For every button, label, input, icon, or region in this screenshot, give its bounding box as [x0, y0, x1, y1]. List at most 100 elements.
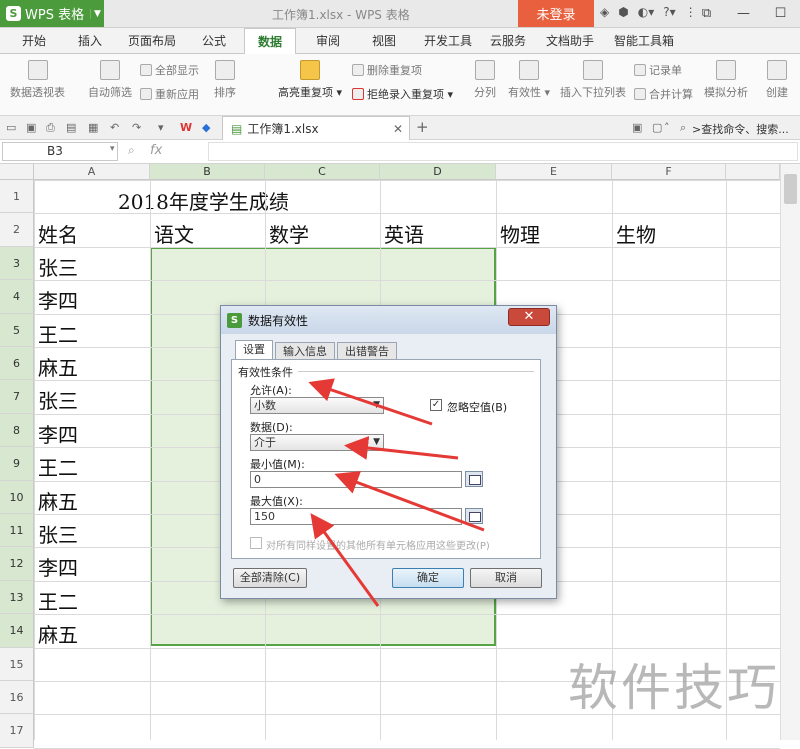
tab-doc-assistant[interactable]: 文档助手 — [540, 28, 600, 54]
name-cell[interactable]: 李四 — [38, 419, 78, 448]
help-icon[interactable]: ?▾ — [663, 5, 675, 19]
header-cell[interactable]: 英语 — [384, 219, 424, 248]
header-cell[interactable]: 语文 — [154, 219, 194, 248]
header-cell[interactable]: 姓名 — [38, 219, 78, 248]
highlight-duplicates-button[interactable]: 高亮重复项 ▾ — [278, 60, 342, 100]
show-all-button[interactable]: 全部显示 — [140, 62, 199, 78]
row-header[interactable]: 8 — [0, 413, 34, 448]
zoom-icon[interactable]: ⌕ — [128, 143, 135, 158]
command-search-input[interactable]: >查找命令、搜索... — [692, 121, 789, 137]
row-header[interactable]: 11 — [0, 514, 34, 548]
chat-icon[interactable]: ▢ — [652, 121, 662, 134]
tab-review[interactable]: 审阅 — [306, 28, 350, 54]
name-cell[interactable]: 张三 — [38, 385, 78, 414]
insert-dropdown-button[interactable]: 插入下拉列表 — [560, 60, 626, 100]
row-header[interactable]: 10 — [0, 480, 34, 514]
screen-icon[interactable]: ▣ — [632, 121, 642, 134]
tab-insert[interactable]: 插入 — [68, 28, 112, 54]
row-header[interactable]: 16 — [0, 681, 34, 715]
min-value-input[interactable]: 0 — [250, 471, 462, 488]
name-cell[interactable]: 张三 — [38, 519, 78, 548]
open-icon[interactable]: ▭ — [6, 121, 16, 134]
print-icon[interactable]: ⎙ — [46, 121, 55, 135]
tab-smart-tools[interactable]: 智能工具箱 — [606, 28, 682, 54]
wps-w-icon[interactable]: W — [180, 121, 192, 134]
column-header-g[interactable] — [726, 164, 780, 180]
tab-data[interactable]: 数据 — [244, 28, 296, 55]
undo-icon[interactable]: ↶ — [110, 121, 119, 134]
column-header-a[interactable]: A — [34, 164, 150, 180]
close-icon[interactable]: ✕ — [393, 122, 403, 136]
settings-icon[interactable]: ⬢ — [618, 5, 628, 19]
dialog-close-button[interactable]: ✕ — [508, 308, 550, 326]
column-header-b[interactable]: B — [150, 164, 265, 180]
reapply-button[interactable]: 重新应用 — [140, 86, 199, 102]
reject-duplicates-button[interactable]: 拒绝录入重复项 ▾ — [352, 86, 453, 102]
apply-all-checkbox[interactable] — [250, 537, 262, 549]
row-header[interactable]: 7 — [0, 380, 34, 414]
sort-button[interactable]: 排序 — [214, 60, 236, 100]
row-header[interactable]: 1 — [0, 180, 34, 214]
create-group-button[interactable]: 创建 — [766, 60, 788, 100]
name-cell[interactable]: 李四 — [38, 552, 78, 581]
login-button[interactable]: 未登录 — [518, 0, 594, 27]
name-cell[interactable]: 王二 — [38, 586, 78, 615]
ok-button[interactable]: 确定 — [392, 568, 464, 588]
chevron-down-icon[interactable]: ▾ — [158, 121, 164, 134]
share-icon[interactable]: ◐▾ — [638, 5, 655, 19]
row-header[interactable]: 3 — [0, 246, 34, 281]
column-header-e[interactable]: E — [496, 164, 612, 180]
what-if-button[interactable]: 模拟分析 — [704, 60, 748, 100]
cube-icon[interactable]: ◆ — [202, 121, 210, 134]
sheet-title-cell[interactable]: 2018年度学生成绩 — [118, 186, 289, 215]
pivot-table-button[interactable]: 数据透视表 — [10, 60, 65, 100]
tab-error-alert[interactable]: 出错警告 — [337, 342, 397, 360]
name-box[interactable]: B3 — [2, 142, 118, 161]
column-header-d[interactable]: D — [380, 164, 496, 180]
formula-input[interactable] — [208, 142, 798, 161]
skin-icon[interactable]: ◈ — [600, 5, 609, 19]
function-icon[interactable]: fx — [150, 143, 162, 158]
vertical-scrollbar[interactable] — [780, 164, 800, 740]
maximize-icon[interactable]: ☐ — [762, 0, 799, 27]
ignore-blank-checkbox[interactable]: ✓ — [430, 399, 442, 411]
consolidate-button[interactable]: 合并计算 — [634, 86, 693, 102]
restore-window-icon[interactable]: ⧉ — [688, 0, 725, 27]
redo-icon[interactable]: ↷ — [132, 121, 141, 134]
save-icon[interactable]: ▣ — [26, 121, 36, 134]
header-cell[interactable]: 数学 — [269, 219, 309, 248]
row-header[interactable]: 17 — [0, 714, 34, 748]
name-cell[interactable]: 李四 — [38, 285, 78, 314]
new-tab-icon[interactable]: + — [416, 118, 429, 136]
tab-settings[interactable]: 设置 — [235, 340, 273, 360]
app-menu-button[interactable]: S WPS 表格 ▼ — [0, 0, 104, 27]
row-header[interactable]: 6 — [0, 347, 34, 381]
name-cell[interactable]: 王二 — [38, 452, 78, 481]
export-icon[interactable]: ▦ — [88, 121, 98, 134]
collapse-icon[interactable]: ˄ — [664, 121, 670, 134]
tab-developer[interactable]: 开发工具 — [418, 28, 478, 54]
name-cell[interactable]: 王二 — [38, 319, 78, 348]
select-all-corner[interactable] — [0, 164, 34, 180]
autofilter-button[interactable]: 自动筛选 — [88, 60, 132, 100]
range-picker-icon[interactable] — [465, 508, 483, 524]
scrollbar-thumb[interactable] — [784, 174, 797, 204]
column-header-c[interactable]: C — [265, 164, 380, 180]
record-form-button[interactable]: 记录单 — [634, 62, 682, 78]
name-cell[interactable]: 麻五 — [38, 619, 78, 648]
column-header-f[interactable]: F — [612, 164, 726, 180]
row-header[interactable]: 5 — [0, 313, 34, 347]
name-cell[interactable]: 张三 — [38, 252, 78, 281]
text-to-columns-button[interactable]: 分列 — [474, 60, 496, 100]
validity-button[interactable]: 有效性 ▾ — [508, 60, 550, 100]
tab-view[interactable]: 视图 — [362, 28, 406, 54]
name-cell[interactable]: 麻五 — [38, 352, 78, 381]
dialog-title-bar[interactable]: S 数据有效性 — [221, 306, 556, 334]
minimize-icon[interactable]: — — [725, 0, 762, 27]
tab-page-layout[interactable]: 页面布局 — [122, 28, 182, 54]
row-header[interactable]: 13 — [0, 580, 34, 615]
row-header[interactable]: 14 — [0, 614, 34, 648]
header-cell[interactable]: 生物 — [616, 219, 656, 248]
data-select[interactable]: 介于 ▼ — [250, 434, 384, 451]
tab-formulas[interactable]: 公式 — [192, 28, 236, 54]
